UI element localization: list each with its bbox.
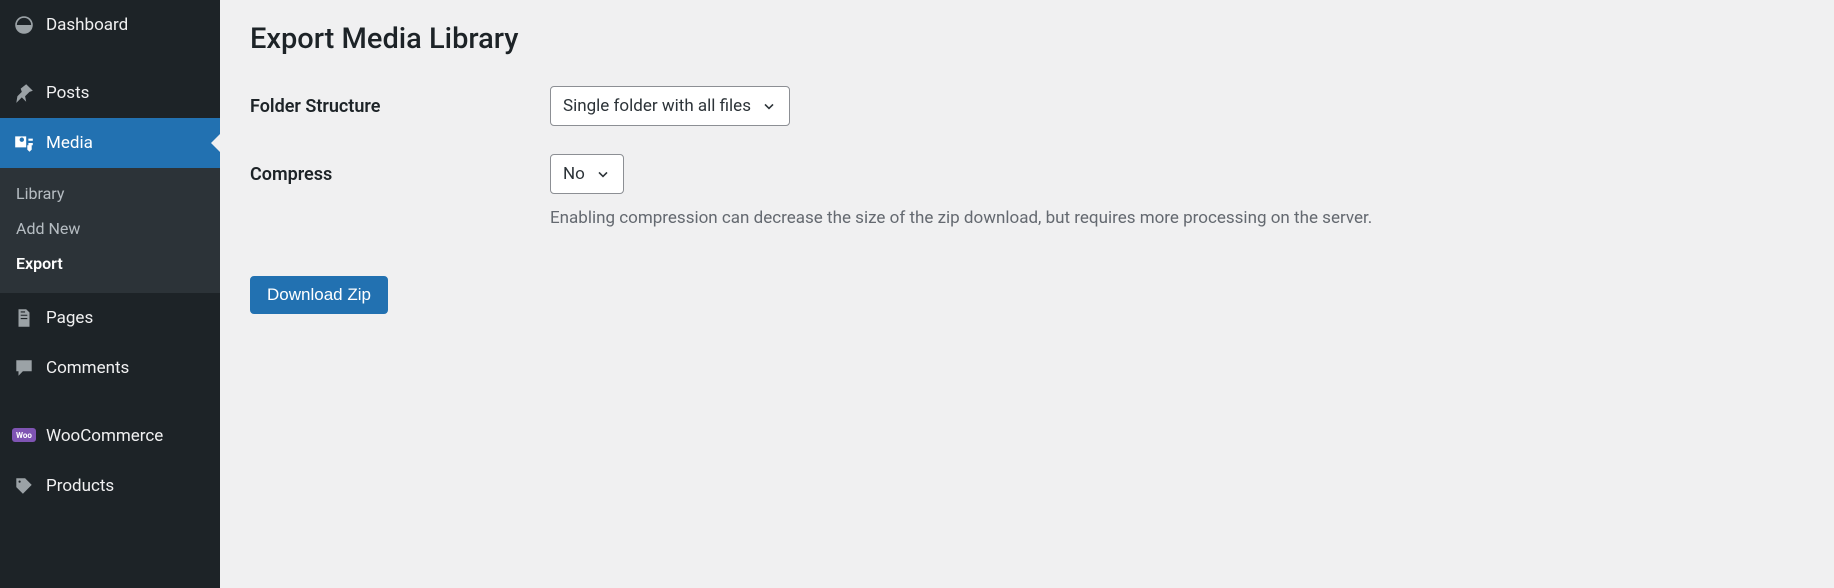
download-zip-button[interactable]: Download Zip: [250, 276, 388, 314]
sidebar-item-label: Comments: [46, 358, 129, 378]
admin-sidebar: Dashboard Posts Media Library Add New Ex…: [0, 0, 220, 588]
sidebar-item-label: Products: [46, 476, 114, 496]
pin-icon: [12, 81, 36, 105]
media-submenu: Library Add New Export: [0, 168, 220, 293]
sidebar-item-media[interactable]: Media: [0, 118, 220, 168]
folder-structure-select[interactable]: Single folder with all files: [550, 86, 790, 126]
sidebar-item-products[interactable]: Products: [0, 461, 220, 511]
media-icon: [12, 131, 36, 155]
row-folder-structure: Folder Structure Single folder with all …: [250, 86, 1804, 126]
chevron-down-icon: [595, 166, 611, 182]
sidebar-item-woocommerce[interactable]: Woo WooCommerce: [0, 411, 220, 461]
submenu-item-library[interactable]: Library: [0, 176, 220, 211]
dashboard-icon: [12, 13, 36, 37]
chevron-down-icon: [761, 98, 777, 114]
sidebar-item-posts[interactable]: Posts: [0, 68, 220, 118]
sidebar-item-label: WooCommerce: [46, 426, 163, 446]
sidebar-item-label: Posts: [46, 83, 89, 103]
sidebar-item-label: Pages: [46, 308, 93, 328]
folder-structure-value: Single folder with all files: [563, 96, 751, 116]
svg-text:Woo: Woo: [16, 431, 32, 440]
comments-icon: [12, 356, 36, 380]
compress-description: Enabling compression can decrease the si…: [550, 208, 1804, 228]
compress-value: No: [563, 164, 585, 184]
submenu-item-export[interactable]: Export: [0, 246, 220, 281]
submenu-item-add-new[interactable]: Add New: [0, 211, 220, 246]
pages-icon: [12, 306, 36, 330]
sidebar-item-pages[interactable]: Pages: [0, 293, 220, 343]
sidebar-item-label: Dashboard: [46, 15, 128, 35]
compress-select[interactable]: No: [550, 154, 624, 194]
folder-structure-label: Folder Structure: [250, 86, 550, 117]
row-compress: Compress No Enabling compression can dec…: [250, 154, 1804, 228]
products-icon: [12, 474, 36, 498]
sidebar-item-comments[interactable]: Comments: [0, 343, 220, 393]
sidebar-item-dashboard[interactable]: Dashboard: [0, 0, 220, 50]
woocommerce-icon: Woo: [12, 424, 36, 448]
page-title: Export Media Library: [250, 22, 1804, 56]
main-content: Export Media Library Folder Structure Si…: [220, 0, 1834, 588]
compress-label: Compress: [250, 154, 550, 185]
sidebar-item-label: Media: [46, 133, 93, 153]
